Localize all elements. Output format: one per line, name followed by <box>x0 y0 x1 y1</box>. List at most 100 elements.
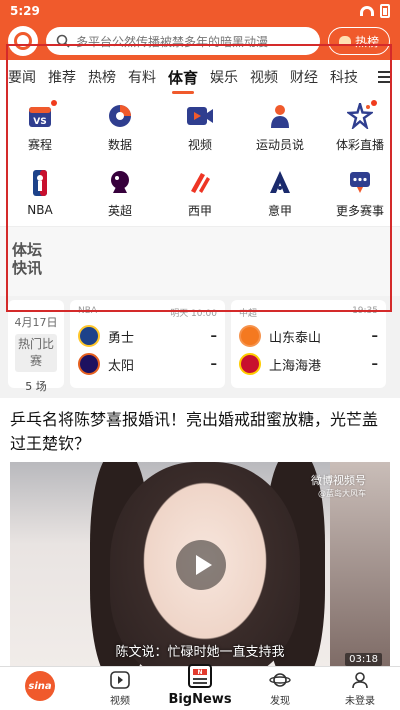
grid-label: 西甲 <box>187 203 212 218</box>
planet-icon <box>269 670 291 690</box>
search-input[interactable]: 多平台公然传播被禁多年的暗黑动漫 <box>46 27 320 55</box>
team-score: – <box>210 356 218 372</box>
video-subtitle: 陈文说：忙碌时她一直支持我 <box>115 645 285 660</box>
nav-home[interactable]: sina <box>10 671 70 707</box>
grid-item-laliga[interactable]: 西甲 <box>160 160 240 226</box>
bignews-icon: N <box>186 662 214 690</box>
wifi-icon <box>360 6 374 16</box>
status-time: 5:29 <box>10 4 40 18</box>
premier-league-icon <box>106 168 134 196</box>
status-bar: 5:29 <box>0 0 400 22</box>
play-button[interactable] <box>176 540 226 590</box>
sports-news-bar[interactable]: 体坛 快讯 <box>0 226 400 296</box>
grid-item-premier-league[interactable]: 英超 <box>80 160 160 226</box>
article-headline[interactable]: 乒乓名将陈梦喜报婚讯！亮出婚戒甜蜜放糖，光芒盖过王楚钦？ <box>10 408 390 456</box>
tab-tiyu[interactable]: 体育 <box>168 67 198 94</box>
team-score: – <box>371 356 379 372</box>
grid-item-nba[interactable]: NBA <box>0 160 80 226</box>
video-duration: 03:18 <box>345 653 382 666</box>
video-camera-icon <box>186 102 214 130</box>
new-dot <box>371 99 377 106</box>
suns-logo-icon <box>78 353 100 375</box>
grid-label: 赛程 <box>27 137 52 152</box>
grid-label: 体彩直播 <box>335 137 384 152</box>
nav-label: 视频 <box>110 696 130 707</box>
grid-label: 数据 <box>107 137 132 152</box>
serie-a-icon <box>266 168 294 196</box>
grid-item-lottery-live[interactable]: 体彩直播 <box>320 94 400 160</box>
tab-shipin[interactable]: 视频 <box>250 67 278 87</box>
grid-item-video[interactable]: 视频 <box>160 94 240 160</box>
tab-youliao[interactable]: 有料 <box>128 67 156 87</box>
match-time: 19:35 <box>352 306 378 316</box>
laliga-icon <box>186 168 214 196</box>
trophy-more-icon <box>346 168 374 196</box>
league-name: NBA <box>78 306 98 316</box>
channel-tabs: 要闻 推荐 热榜 有料 体育 娱乐 视频 财经 科技 军 <box>0 60 400 94</box>
league-name: 中超 <box>239 309 258 319</box>
tab-yaowen[interactable]: 要闻 <box>8 67 36 87</box>
vs-calendar-icon: VS <box>26 99 57 130</box>
grid-label: 英超 <box>107 203 132 218</box>
shandong-taishan-logo-icon <box>239 325 261 347</box>
shanghai-port-logo-icon <box>239 353 261 375</box>
sports-shortcut-grid: VS 赛程 数据 视频 运动员说 体彩直播 NBA 英超 西甲 意甲 更多赛事 <box>0 94 400 226</box>
grid-item-athletes[interactable]: 运动员说 <box>240 94 320 160</box>
video-player[interactable]: 微博视频号 @蓝岛大风车 陈文说：忙碌时她一直支持我 03:18 <box>10 462 390 668</box>
hot-matches-chip: 热门比赛 <box>15 334 57 372</box>
nav-bignews[interactable]: N BigNews <box>168 662 232 707</box>
tab-keji[interactable]: 科技 <box>330 67 358 87</box>
grid-label: 运动员说 <box>255 137 304 152</box>
avatar[interactable] <box>8 26 38 56</box>
svg-text:VS: VS <box>33 117 46 127</box>
tab-caijing[interactable]: 财经 <box>290 67 318 87</box>
battery-icon <box>380 4 390 18</box>
search-icon <box>56 34 70 48</box>
tab-rebang[interactable]: 热榜 <box>88 67 116 87</box>
match-card-nba[interactable]: NBA 明天 10:00 勇士 – 太阳 – <box>70 300 225 388</box>
match-time: 明天 10:00 <box>170 309 217 319</box>
app-header: 5:29 多平台公然传播被禁多年的暗黑动漫 热榜 <box>0 0 400 60</box>
team-name: 勇士 <box>108 330 135 346</box>
grid-item-serie-a[interactable]: 意甲 <box>240 160 320 226</box>
fire-icon <box>338 36 351 46</box>
team-name: 太阳 <box>108 358 135 374</box>
bottom-navigation: sina 视频 N BigNews 发现 未登录 <box>0 664 400 710</box>
news-article-card[interactable]: 乒乓名将陈梦喜报婚讯！亮出婚戒甜蜜放糖，光芒盖过王楚钦？ 微博视频号 @蓝岛大风… <box>0 398 400 668</box>
nav-label: 发现 <box>270 696 290 707</box>
nav-discover[interactable]: 发现 <box>250 670 310 707</box>
match-card-csl[interactable]: 中超 19:35 山东泰山 – 上海海港 – <box>231 300 386 388</box>
grid-label: 视频 <box>187 137 212 152</box>
match-count: 5 场 <box>25 380 47 393</box>
tab-yule[interactable]: 娱乐 <box>210 67 238 87</box>
hot-list-button[interactable]: 热榜 <box>327 27 390 55</box>
tab-tuijian[interactable]: 推荐 <box>48 67 76 87</box>
svg-text:N: N <box>197 669 202 676</box>
grid-label: 意甲 <box>267 203 292 218</box>
hot-list-label: 热榜 <box>354 34 379 49</box>
nav-label: 未登录 <box>345 696 375 707</box>
nav-label: BigNews <box>168 692 232 707</box>
search-placeholder: 多平台公然传播被禁多年的暗黑动漫 <box>76 34 269 49</box>
grid-item-schedule[interactable]: VS 赛程 <box>0 94 80 160</box>
team-score: – <box>371 328 379 344</box>
user-icon <box>349 670 371 690</box>
tab-menu-icon[interactable] <box>370 60 400 94</box>
grid-item-more-events[interactable]: 更多赛事 <box>320 160 400 226</box>
athlete-icon <box>266 102 294 130</box>
match-date: 4月17日 <box>14 316 58 329</box>
nav-video[interactable]: 视频 <box>90 670 150 707</box>
match-scoreboard: 4月17日 热门比赛 5 场 NBA 明天 10:00 勇士 – 太阳 – 中超 19:… <box>0 300 400 393</box>
star-lottery-icon <box>346 99 377 130</box>
warriors-logo-icon <box>78 325 100 347</box>
grid-label: 更多赛事 <box>335 203 384 218</box>
nav-profile[interactable]: 未登录 <box>330 670 390 707</box>
match-date-card[interactable]: 4月17日 热门比赛 5 场 <box>8 300 64 393</box>
video-watermark: 微博视频号 @蓝岛大风车 <box>311 474 366 498</box>
sports-flash-logo: 体坛 快讯 <box>12 241 43 277</box>
new-dot <box>51 99 57 106</box>
sina-home-icon: sina <box>25 671 55 701</box>
team-score: – <box>210 328 218 344</box>
nba-logo-icon <box>26 169 54 197</box>
grid-item-data[interactable]: 数据 <box>80 94 160 160</box>
